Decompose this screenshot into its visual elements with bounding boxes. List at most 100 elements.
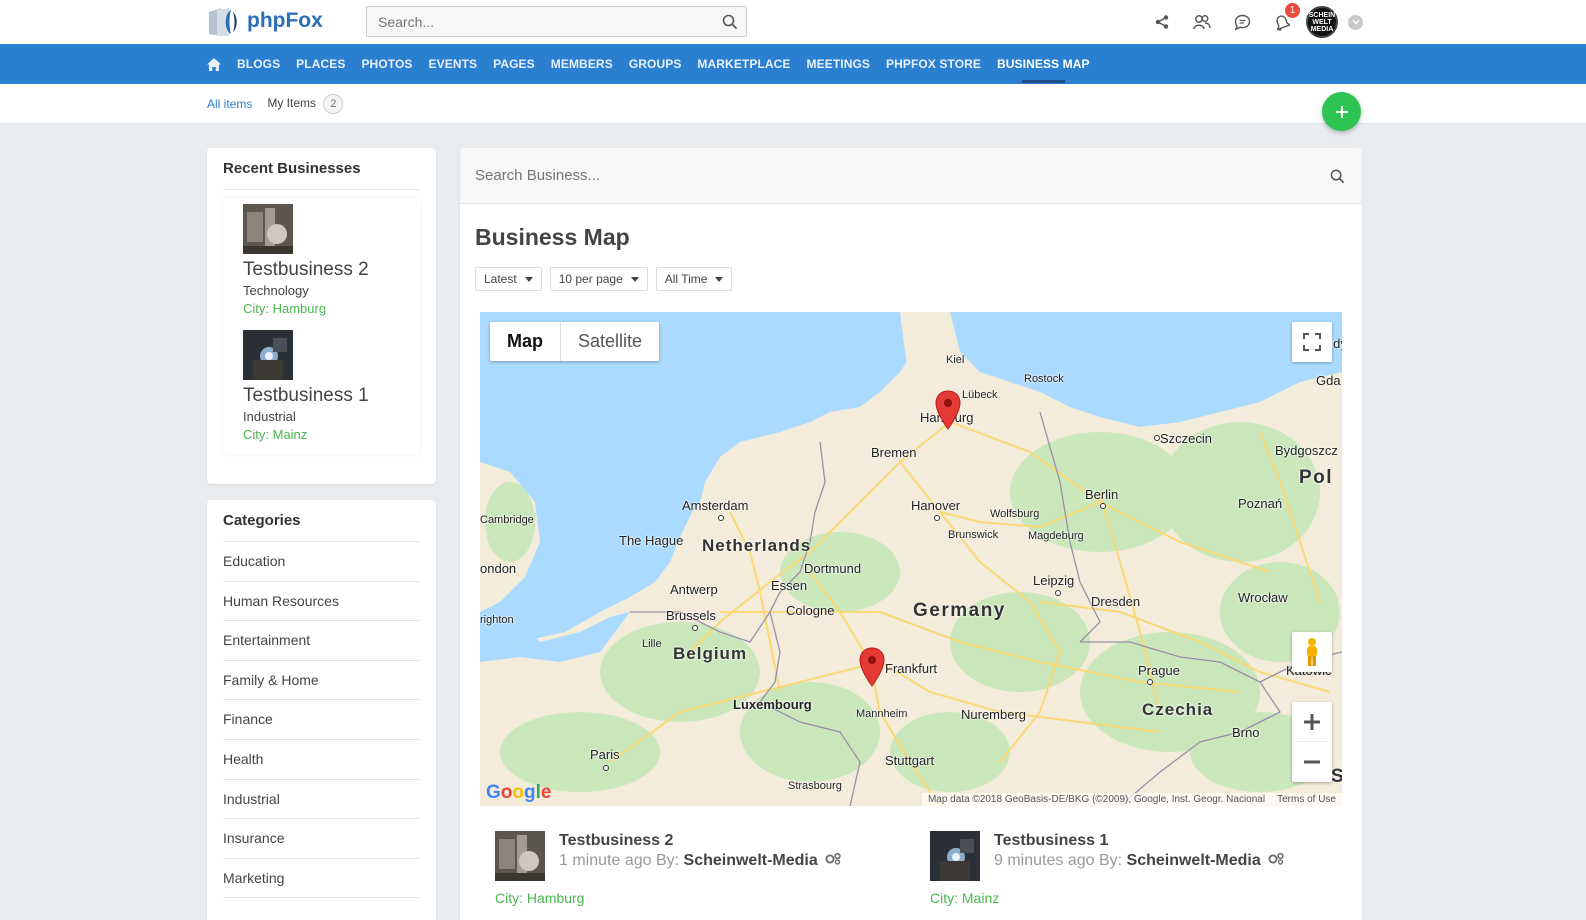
business-search[interactable]: [460, 148, 1362, 204]
business-map[interactable]: Kiel Lübeck Rostock Hamburg Szczecin Byd…: [480, 312, 1342, 806]
business-category: Industrial: [243, 409, 296, 424]
recent-business-item[interactable]: Testbusiness 1 Industrial City: Mainz: [243, 330, 420, 442]
map-label: Leipzig: [1033, 573, 1075, 588]
map-type-satellite-button[interactable]: Satellite: [561, 322, 659, 361]
map-label: Brunswick: [948, 529, 999, 541]
map-label: Mannheim: [856, 708, 908, 720]
nav-business-map[interactable]: BUSINESS MAP: [997, 57, 1090, 83]
add-business-button[interactable]: [1322, 92, 1361, 131]
business-name[interactable]: Testbusiness 2: [559, 832, 673, 850]
map-data-credit: Map data ©2018 GeoBasis-DE/BKG (©2009), …: [927, 794, 1266, 805]
tab-my-items[interactable]: My Items 2: [267, 94, 344, 114]
business-name[interactable]: Testbusiness 2: [243, 259, 420, 281]
nav-places[interactable]: PLACES: [296, 57, 345, 71]
map-label: Bremen: [871, 445, 917, 460]
business-thumbnail[interactable]: [243, 204, 293, 254]
chevron-down-icon[interactable]: [1348, 14, 1363, 30]
user-avatar[interactable]: SCHEIN WELT MEDIA: [1302, 6, 1342, 38]
messages-icon[interactable]: [1222, 8, 1262, 36]
business-author[interactable]: Scheinwelt-Media: [684, 852, 818, 869]
map-marker-hamburg[interactable]: [935, 390, 961, 430]
time-range-dropdown[interactable]: All Time: [655, 267, 733, 291]
category-item[interactable]: Industrial: [223, 780, 420, 820]
phpfox-logo[interactable]: phpFox: [207, 4, 323, 38]
friends-icon[interactable]: [1182, 8, 1222, 36]
nav-blogs[interactable]: BLOGS: [237, 57, 280, 71]
zoom-out-button[interactable]: [1303, 742, 1321, 782]
map-label: Antwerp: [670, 582, 718, 597]
business-result-item[interactable]: Testbusiness 2 1 minute ago By: Scheinwe…: [495, 828, 915, 918]
caret-down-icon: [715, 276, 724, 282]
map-label: Wrocław: [1238, 590, 1288, 605]
map-city-dot: [1055, 590, 1061, 596]
tab-all-items[interactable]: All items: [207, 97, 252, 111]
business-search-input[interactable]: [460, 148, 1260, 203]
minus-icon: [1304, 760, 1320, 764]
map-label: Czechia: [1142, 700, 1214, 719]
business-result-item[interactable]: Testbusiness 1 9 minutes ago By: Scheinw…: [930, 828, 1350, 918]
business-author[interactable]: Scheinwelt-Media: [1127, 852, 1261, 869]
caret-down-icon: [524, 276, 533, 282]
nav-marketplace[interactable]: MARKETPLACE: [697, 57, 790, 71]
nav-groups[interactable]: GROUPS: [629, 57, 682, 71]
fullscreen-button[interactable]: [1292, 322, 1332, 362]
business-name[interactable]: Testbusiness 1: [994, 832, 1108, 850]
category-item[interactable]: Family & Home: [223, 661, 420, 701]
zoom-control: [1292, 702, 1332, 782]
map-marker-mainz[interactable]: [859, 647, 885, 687]
category-item[interactable]: Human Resources: [223, 582, 420, 622]
map-label: Brussels: [666, 608, 716, 623]
share-icon[interactable]: [1142, 8, 1182, 36]
recent-business-item[interactable]: Testbusiness 2 Technology City: Hamburg: [243, 204, 420, 316]
map-label: Bydgoszcz: [1275, 443, 1338, 458]
map-label: Cambridge: [480, 514, 534, 526]
category-item[interactable]: Marketing: [223, 859, 420, 899]
map-label: Belgium: [673, 644, 748, 663]
nav-members[interactable]: MEMBERS: [551, 57, 613, 71]
business-name[interactable]: Testbusiness 1: [243, 385, 420, 407]
business-category: Technology: [243, 283, 309, 298]
business-thumbnail[interactable]: [243, 330, 293, 380]
search-icon[interactable]: [722, 14, 738, 35]
map-label: The Hague: [619, 533, 684, 548]
category-item[interactable]: Health: [223, 740, 420, 780]
main-navbar: BLOGS PLACES PHOTOS EVENTS PAGES MEMBERS…: [0, 44, 1586, 84]
map-label: Luxembourg: [733, 697, 812, 712]
map-label: Pol: [1299, 467, 1334, 488]
street-view-pegman[interactable]: [1292, 632, 1332, 672]
business-thumbnail[interactable]: [495, 831, 545, 881]
plus-icon: [1335, 105, 1348, 118]
header-actions: 1 SCHEIN WELT MEDIA: [1142, 3, 1363, 38]
zoom-in-button[interactable]: [1297, 702, 1327, 742]
map-label: Nuremberg: [961, 707, 1027, 722]
category-item[interactable]: Entertainment: [223, 621, 420, 661]
category-item[interactable]: Insurance: [223, 819, 420, 859]
filter-bar: Latest 10 per page All Time: [475, 267, 733, 291]
global-search[interactable]: [366, 6, 747, 37]
global-search-input[interactable]: [367, 7, 707, 36]
nav-meetings[interactable]: MEETINGS: [807, 57, 870, 71]
map-label: S: [1331, 766, 1342, 787]
search-icon[interactable]: [1330, 169, 1345, 189]
notifications-icon[interactable]: 1: [1262, 3, 1302, 36]
per-page-dropdown[interactable]: 10 per page: [549, 267, 648, 291]
category-item[interactable]: Finance: [223, 700, 420, 740]
home-icon[interactable]: [206, 57, 222, 72]
business-thumbnail[interactable]: [930, 831, 980, 881]
nav-photos[interactable]: PHOTOS: [361, 57, 412, 71]
category-list: Education Human Resources Entertainment …: [223, 542, 420, 899]
map-tiles[interactable]: [480, 312, 1342, 806]
sort-dropdown[interactable]: Latest: [475, 267, 542, 291]
map-label: Berlin: [1085, 487, 1119, 502]
nav-phpfox-store[interactable]: PHPFOX STORE: [886, 57, 981, 71]
category-item[interactable]: Education: [223, 542, 420, 582]
terms-of-use-link[interactable]: Terms of Use: [1277, 794, 1336, 805]
google-logo[interactable]: Google: [486, 782, 551, 804]
notification-badge: 1: [1285, 3, 1300, 18]
nav-events[interactable]: EVENTS: [429, 57, 478, 71]
nav-pages[interactable]: PAGES: [493, 57, 535, 71]
map-type-map-button[interactable]: Map: [490, 322, 561, 361]
map-label: Essen: [771, 578, 808, 593]
fullscreen-icon: [1303, 333, 1321, 351]
map-label: Cologne: [786, 603, 835, 618]
